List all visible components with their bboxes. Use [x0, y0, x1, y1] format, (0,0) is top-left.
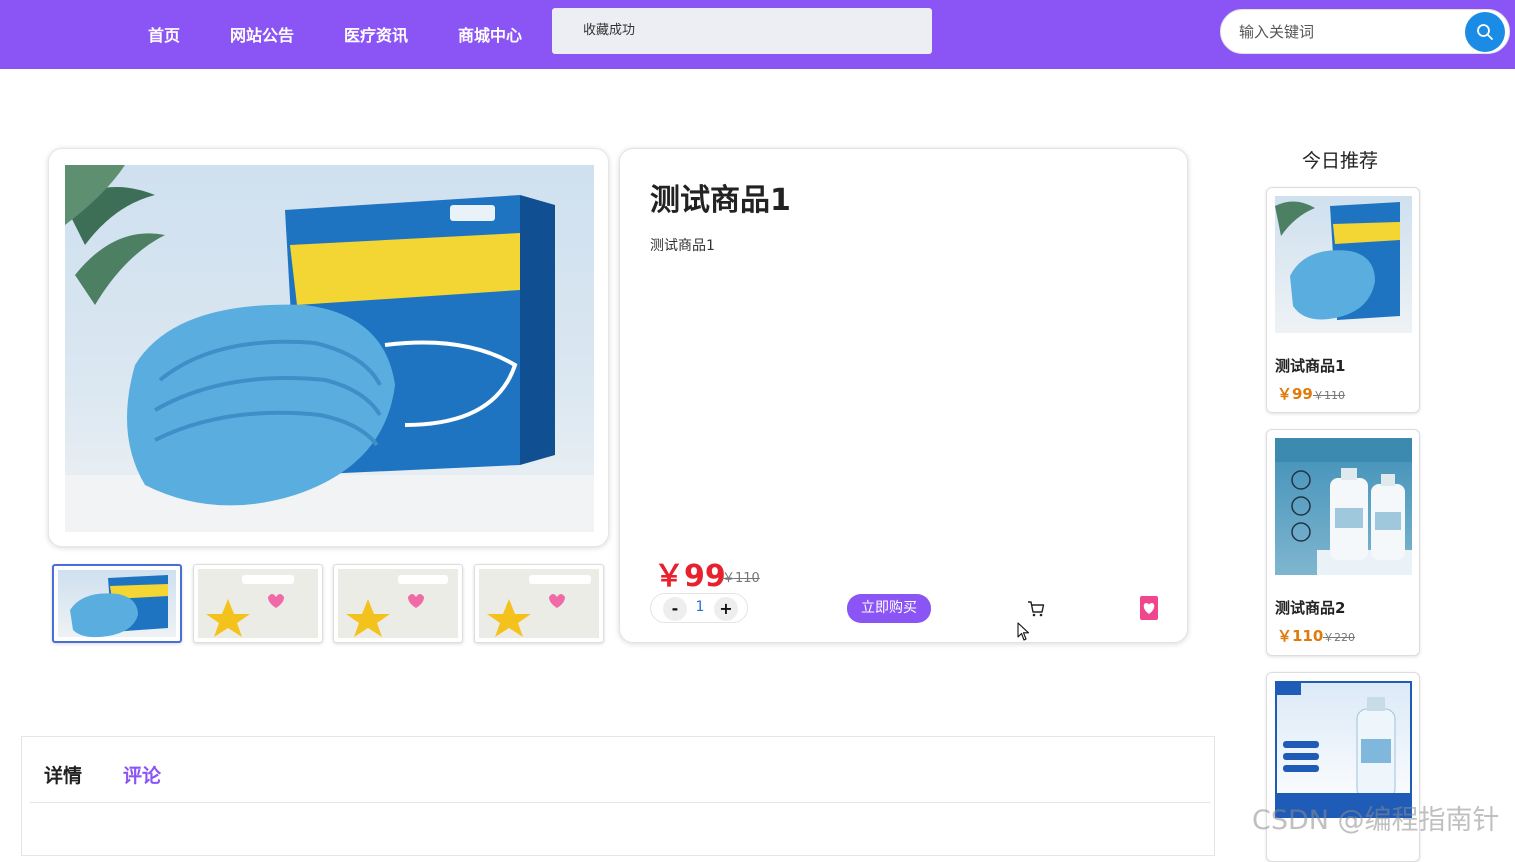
thumbnail-2[interactable]: [193, 564, 323, 643]
thumbnail-star-image: [479, 569, 599, 638]
product-main-image: [65, 165, 594, 532]
product-description: 测试商品1: [650, 238, 715, 254]
thumbnail-3[interactable]: [333, 564, 463, 643]
recommend-price: ￥99: [1277, 385, 1313, 403]
recommend-name: 测试商品1: [1275, 357, 1346, 375]
tab-details[interactable]: 详情: [44, 761, 82, 788]
product-image-card: [48, 148, 609, 547]
thumbnail-star-image: [338, 569, 458, 638]
recommend-card-2[interactable]: 测试商品2 ￥110 ￥220: [1266, 429, 1420, 656]
recommend-name: 测试商品2: [1275, 599, 1346, 617]
mask-thumb-art: [70, 575, 168, 638]
search-input[interactable]: [1239, 20, 1464, 44]
nav-mall-center[interactable]: 商城中心: [458, 22, 522, 46]
thumbnail-1[interactable]: [52, 564, 182, 643]
product-original-price: ￥110: [722, 571, 760, 586]
watermark: CSDN @编程指南针: [1252, 805, 1500, 836]
thumbnail-star-image: [198, 569, 318, 638]
mouse-cursor-icon: [1017, 622, 1030, 641]
sanitizer-rec-art: [1275, 438, 1412, 575]
recommend-price: ￥110: [1277, 627, 1324, 645]
buy-now-button[interactable]: 立即购买: [847, 594, 931, 623]
search-box: [1220, 9, 1510, 54]
top-navbar: 首页 网站公告 医疗资讯 商城中心 收藏成功: [0, 0, 1515, 69]
star-thumb-art: [487, 575, 591, 637]
search-icon: [1477, 24, 1493, 40]
thumbnail-mask-image: [58, 570, 176, 638]
nav-home[interactable]: 首页: [148, 22, 180, 46]
favorite-heart-icon[interactable]: [1140, 596, 1158, 620]
mask-box-illustration: [65, 165, 594, 532]
tabs-divider: [30, 802, 1210, 803]
increase-quantity-button[interactable]: +: [714, 597, 738, 621]
recommend-original-price: ￥110: [1313, 389, 1345, 402]
search-button[interactable]: [1465, 12, 1505, 52]
decrease-quantity-button[interactable]: -: [663, 597, 687, 621]
tab-comments[interactable]: 评论: [123, 761, 161, 788]
star-thumb-art: [346, 575, 448, 637]
product-info-card: 测试商品1 测试商品1 ￥99 ￥110 - 1 + 立即购买: [619, 148, 1188, 643]
nav-announcements[interactable]: 网站公告: [230, 22, 294, 46]
quantity-stepper: - 1 +: [650, 593, 748, 623]
recommend-title: 今日推荐: [1302, 150, 1379, 172]
quantity-value[interactable]: 1: [693, 599, 707, 615]
toast-message: 收藏成功: [552, 8, 932, 54]
thumbnail-4[interactable]: [474, 564, 604, 643]
star-thumb-art: [206, 575, 294, 637]
recommend-image: [1275, 196, 1412, 333]
nav-medical-news[interactable]: 医疗资讯: [344, 22, 408, 46]
recommend-original-price: ￥220: [1323, 631, 1355, 644]
product-title: 测试商品1: [650, 183, 791, 218]
detail-tabs-panel: 详情 评论: [21, 736, 1215, 856]
recommend-image: [1275, 438, 1412, 575]
recommend-card-1[interactable]: 测试商品1 ￥99 ￥110: [1266, 187, 1420, 413]
mask-rec-art: [1275, 201, 1400, 320]
product-price: ￥99: [654, 559, 726, 594]
cart-icon[interactable]: [1027, 600, 1045, 618]
